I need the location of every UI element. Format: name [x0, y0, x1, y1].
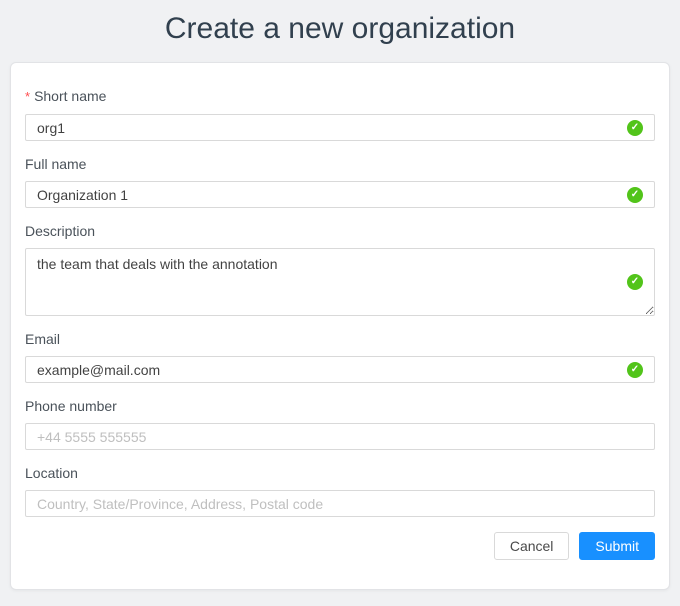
full-name-label: Full name [25, 153, 655, 175]
description-label: Description [25, 220, 655, 242]
field-description: Description the team that deals with the… [25, 220, 655, 316]
cancel-button[interactable]: Cancel [494, 532, 570, 560]
submit-button[interactable]: Submit [579, 532, 655, 560]
email-label-text: Email [25, 331, 60, 347]
full-name-input-wrap: ✓ [25, 181, 655, 208]
field-location: Location [25, 462, 655, 517]
description-label-text: Description [25, 223, 95, 239]
field-short-name: * Short name ✓ [25, 85, 655, 141]
email-input-wrap: ✓ [25, 356, 655, 383]
short-name-label: * Short name [25, 85, 655, 108]
phone-number-label-text: Phone number [25, 398, 117, 414]
form-actions: Cancel Submit [25, 532, 655, 560]
full-name-label-text: Full name [25, 156, 86, 172]
phone-number-label: Phone number [25, 395, 655, 417]
email-input[interactable] [25, 356, 655, 383]
short-name-input-wrap: ✓ [25, 114, 655, 141]
page-title: Create a new organization [0, 6, 680, 52]
location-input-wrap [25, 490, 655, 517]
field-phone-number: Phone number [25, 395, 655, 450]
create-organization-form-card: * Short name ✓ Full name ✓ Description th… [10, 62, 670, 590]
location-label: Location [25, 462, 655, 484]
email-label: Email [25, 328, 655, 350]
location-input[interactable] [25, 490, 655, 517]
phone-number-input-wrap [25, 423, 655, 450]
description-input-wrap: the team that deals with the annotation … [25, 248, 655, 316]
full-name-input[interactable] [25, 181, 655, 208]
short-name-label-text: Short name [34, 88, 106, 104]
short-name-input[interactable] [25, 114, 655, 141]
location-label-text: Location [25, 465, 78, 481]
field-email: Email ✓ [25, 328, 655, 383]
description-textarea[interactable]: the team that deals with the annotation [25, 248, 655, 316]
required-asterisk: * [25, 89, 30, 104]
phone-number-input[interactable] [25, 423, 655, 450]
field-full-name: Full name ✓ [25, 153, 655, 208]
